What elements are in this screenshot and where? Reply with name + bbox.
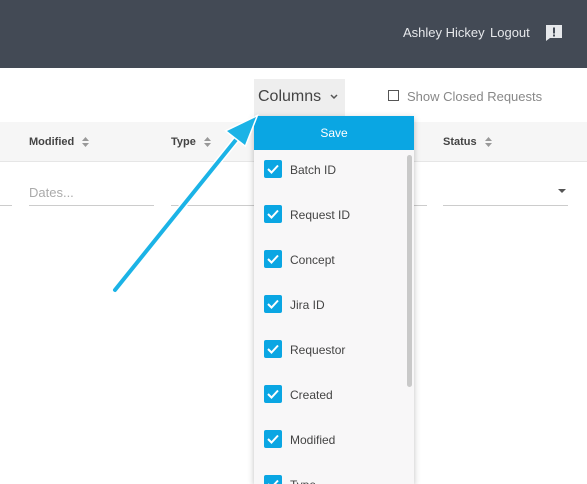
show-closed-label: Show Closed Requests [407,89,543,104]
logout-link[interactable]: Logout [490,25,530,40]
column-option[interactable]: Created [254,385,404,413]
column-option-label: Requestor [290,343,346,357]
column-header-status[interactable]: Status [443,136,492,148]
sort-icon [484,137,492,147]
column-option-label: Request ID [290,208,351,222]
show-closed-checkbox[interactable] [388,90,399,101]
column-option[interactable]: Type [254,475,404,484]
checkbox-checked-icon[interactable] [264,385,282,403]
columns-dropdown: Save Batch ID Request ID Concept Jira ID Req… [254,116,414,484]
filter-underline [0,205,12,206]
column-option[interactable]: Request ID [254,205,404,233]
chevron-down-icon [330,94,338,100]
checkbox-checked-icon[interactable] [264,250,282,268]
modified-dates-filter[interactable] [29,183,154,201]
column-option[interactable]: Concept [254,250,404,278]
column-option[interactable]: Jira ID [254,295,404,323]
checkbox-checked-icon[interactable] [264,430,282,448]
column-option-label: Modified [290,433,336,447]
save-button[interactable]: Save [254,116,414,150]
column-header-modified[interactable]: Modified [29,136,90,148]
column-option-label: Created [290,388,333,402]
exclamation-bubble-icon[interactable] [545,24,563,42]
checkbox-checked-icon[interactable] [264,475,282,484]
column-header-type[interactable]: Type [171,136,211,148]
user-name[interactable]: Ashley Hickey [403,25,485,40]
filter-underline [171,205,254,206]
column-header-label: Status [443,136,477,148]
column-header-label: Type [171,136,196,148]
filter-underline [29,205,154,206]
column-option-label: Jira ID [290,298,325,312]
column-option-label: Type [290,478,316,484]
column-header-label: Modified [29,136,75,148]
top-navbar: Ashley Hickey Logout [0,0,587,68]
column-option[interactable]: Requestor [254,340,404,368]
columns-label: Columns [258,88,322,105]
checkbox-checked-icon[interactable] [264,205,282,223]
checkbox-checked-icon[interactable] [264,340,282,358]
dropdown-scrollbar[interactable] [407,155,412,387]
column-option-label: Concept [290,253,335,267]
checkbox-checked-icon[interactable] [264,295,282,313]
filter-underline [414,205,427,206]
status-filter-select[interactable] [443,176,568,206]
filter-underline [443,205,568,206]
column-option-label: Batch ID [290,163,337,177]
sort-icon [82,137,90,147]
columns-button[interactable]: Columns [254,79,345,117]
column-option[interactable]: Batch ID [254,160,404,188]
column-option[interactable]: Modified [254,430,404,458]
checkbox-checked-icon[interactable] [264,160,282,178]
sort-icon [203,137,211,147]
caret-down-icon [558,189,566,193]
